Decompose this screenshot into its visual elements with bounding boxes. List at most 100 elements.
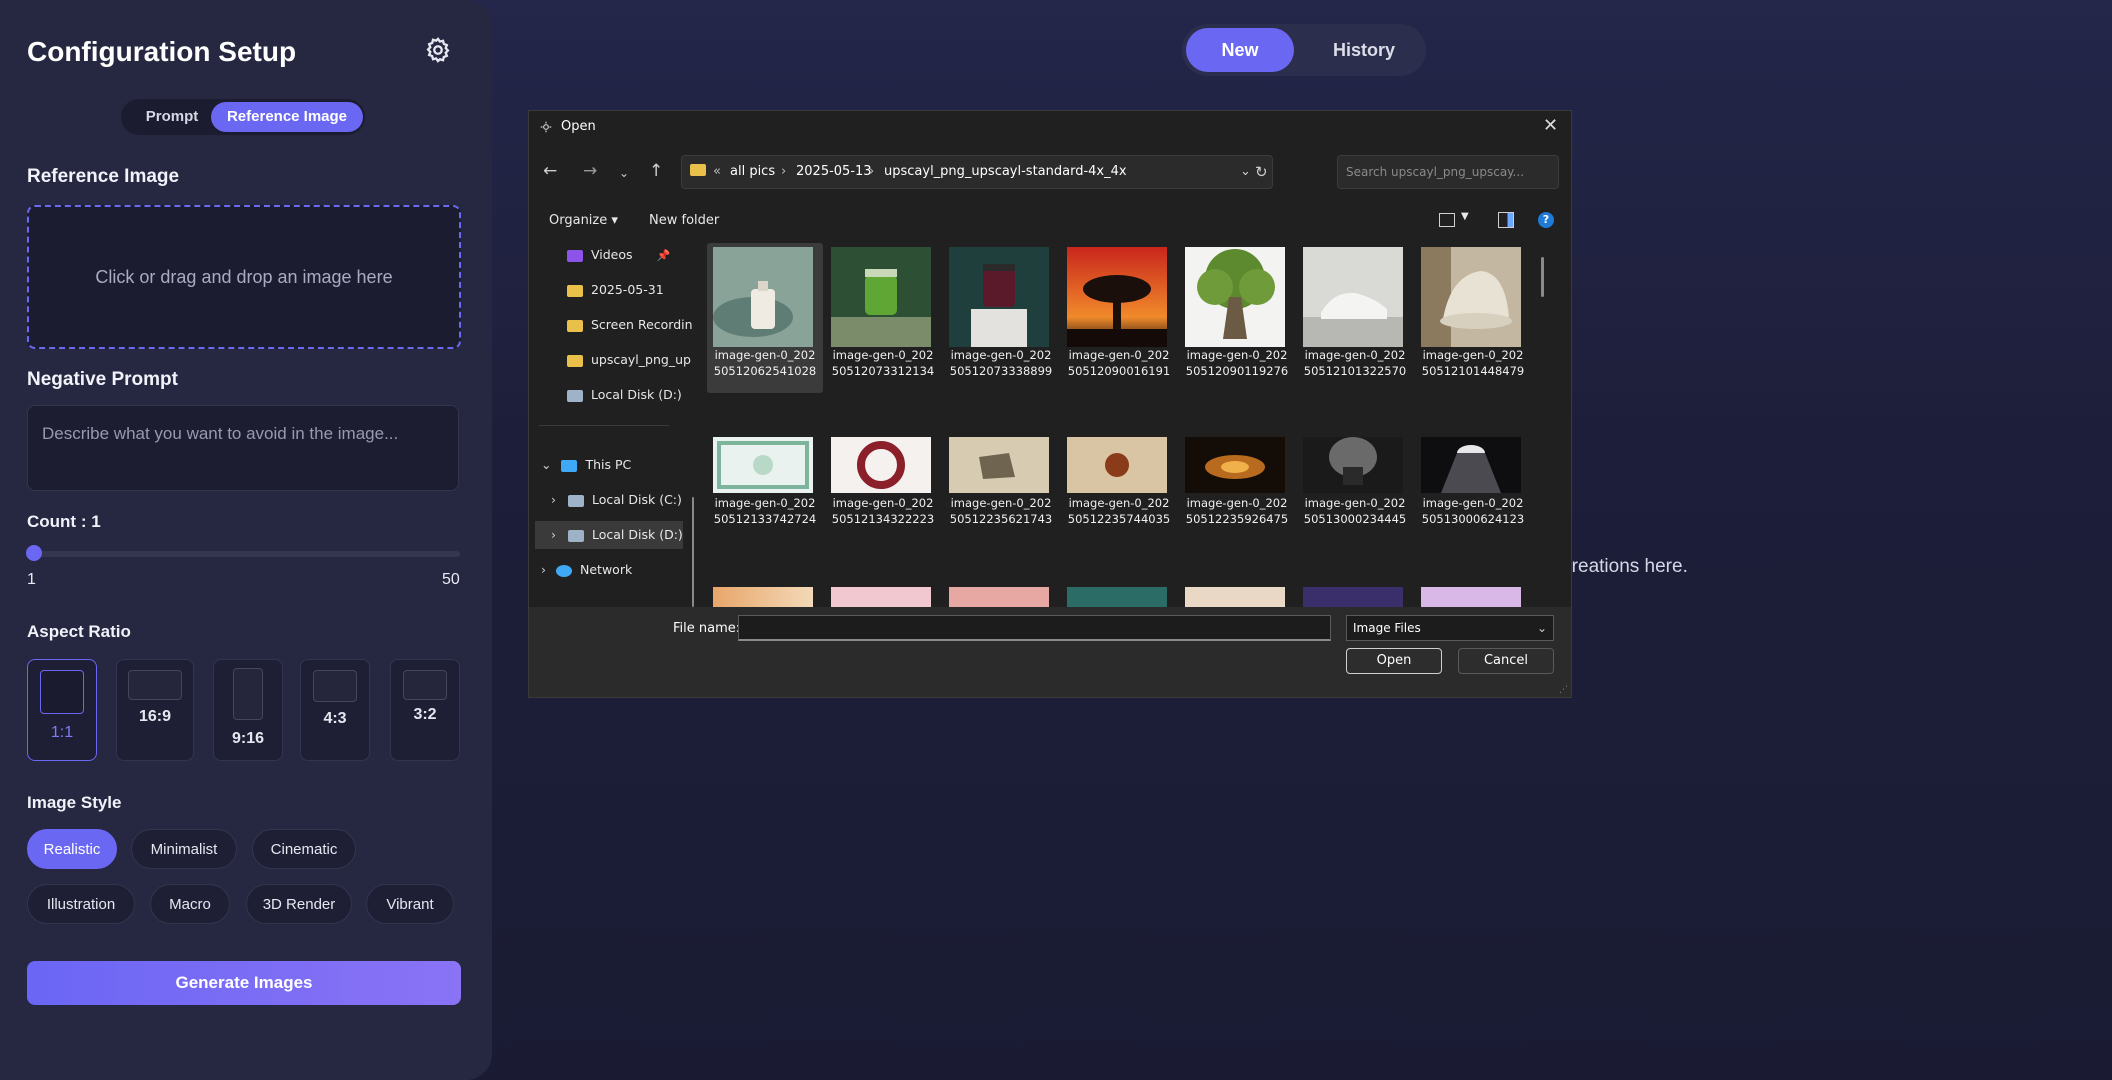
image-thumbnail[interactable]	[1421, 587, 1521, 607]
forward-icon[interactable]: →	[583, 161, 597, 181]
chevron-down-icon[interactable]: ⌄	[1240, 156, 1251, 188]
folder-icon	[567, 354, 583, 367]
back-icon[interactable]: ←	[543, 161, 557, 181]
file-item[interactable]: image-gen-0_202 50512133742724	[707, 433, 823, 583]
image-dropzone[interactable]: Click or drag and drop an image here	[27, 205, 461, 349]
style-cinematic[interactable]: Cinematic	[252, 829, 356, 869]
file-item[interactable]: image-gen-0_202 50512073312134	[825, 243, 941, 393]
aspect-3-2[interactable]: 3:2	[390, 659, 460, 761]
video-icon	[567, 249, 583, 262]
file-item[interactable]: image-gen-0_202 50512090119276	[1179, 243, 1295, 393]
style-vibrant[interactable]: Vibrant	[366, 884, 454, 924]
grid-scrollbar[interactable]	[1541, 257, 1544, 297]
breadcrumb-date[interactable]: 2025-05-13	[796, 156, 872, 188]
aspect-1-1[interactable]: 1:1	[27, 659, 97, 761]
image-thumbnail[interactable]	[1067, 587, 1167, 607]
aspect-16-9[interactable]: 16:9	[116, 659, 194, 761]
negative-prompt-input[interactable]: Describe what you want to avoid in the i…	[27, 405, 459, 491]
path-overflow[interactable]: «	[713, 156, 721, 188]
chevron-down-icon: ⌄	[1536, 621, 1547, 635]
file-type-select[interactable]: Image Files ⌄	[1346, 615, 1554, 641]
aspect-4-3[interactable]: 4:3	[300, 659, 370, 761]
image-thumbnail[interactable]	[713, 587, 813, 607]
file-name: image-gen-0_202	[1304, 348, 1406, 362]
tab-reference-image[interactable]: Reference Image	[211, 102, 363, 132]
generate-images-button[interactable]: Generate Images	[27, 961, 461, 1005]
tree-item-upscayl[interactable]: upscayl_png_up	[567, 352, 691, 367]
tree-scrollbar[interactable]	[692, 497, 694, 607]
tree-label: 2025-05-31	[591, 282, 664, 297]
tree-item-2025-05-31[interactable]: 2025-05-31	[567, 282, 664, 297]
tab-new[interactable]: New	[1186, 28, 1294, 72]
file-item[interactable]: image-gen-0_202 50512090016191	[1061, 243, 1177, 393]
view-icon[interactable]	[1439, 213, 1455, 227]
breadcrumb-current[interactable]: upscayl_png_upscayl-standard-4x_4x	[884, 156, 1127, 188]
help-icon[interactable]: ?	[1538, 212, 1554, 228]
tree-item-local-disk-c[interactable]: › Local Disk (C:)	[551, 492, 682, 507]
tree-item-local-disk-d[interactable]: Local Disk (D:)	[567, 387, 682, 402]
file-name: 50512235926475	[1185, 512, 1289, 526]
tree-item-screen-recordings[interactable]: Screen Recordin	[567, 317, 693, 332]
search-input[interactable]: Search upscayl_png_upscay...	[1337, 155, 1559, 189]
refresh-icon[interactable]: ↻	[1255, 156, 1268, 188]
resize-grip-icon[interactable]: ⋰	[1559, 685, 1568, 695]
file-name: 50512101448479	[1421, 364, 1525, 378]
recent-dropdown-icon[interactable]: ⌄	[619, 166, 629, 180]
tree-item-this-pc[interactable]: ⌄ This PC	[541, 457, 631, 472]
image-thumbnail[interactable]	[1185, 587, 1285, 607]
tree-item-network[interactable]: › Network	[541, 562, 632, 577]
file-name: image-gen-0_202	[832, 496, 934, 510]
file-item[interactable]: image-gen-0_202 50512235621743	[943, 433, 1059, 583]
file-name: 50512090016191	[1067, 364, 1171, 378]
view-dropdown-icon[interactable]: ▼	[1461, 211, 1469, 222]
gear-icon[interactable]	[424, 36, 452, 64]
tree-label: Local Disk (C:)	[592, 492, 682, 507]
file-item[interactable]: image-gen-0_202 50513000624123	[1415, 433, 1531, 583]
close-icon[interactable]: ✕	[1543, 115, 1558, 136]
file-name: image-gen-0_202	[1422, 496, 1524, 510]
tab-prompt[interactable]: Prompt	[127, 102, 217, 132]
count-slider-track[interactable]	[30, 551, 460, 557]
image-thumbnail	[1067, 247, 1167, 347]
file-name: 50512134322223	[831, 512, 935, 526]
file-item[interactable]: image-gen-0_202 50512235926475	[1179, 433, 1295, 583]
file-name-input[interactable]	[738, 615, 1331, 641]
file-item[interactable]: image-gen-0_202 50512134322223	[825, 433, 941, 583]
file-item[interactable]: image-gen-0_202 50513000234445	[1297, 433, 1413, 583]
cancel-button[interactable]: Cancel	[1458, 648, 1554, 674]
style-minimalist[interactable]: Minimalist	[131, 829, 237, 869]
tree-item-local-disk-d-2[interactable]: › Local Disk (D:)	[551, 527, 683, 542]
organize-button[interactable]: Organize ▾	[549, 213, 618, 228]
file-name: image-gen-0_202	[1422, 348, 1524, 362]
image-thumbnail	[1421, 247, 1521, 347]
image-thumbnail	[949, 437, 1049, 493]
style-3d-render[interactable]: 3D Render	[246, 884, 352, 924]
image-thumbnail[interactable]	[1303, 587, 1403, 607]
image-thumbnail	[1421, 437, 1521, 493]
file-item[interactable]: image-gen-0_202 50512235744035	[1061, 433, 1177, 583]
up-icon[interactable]: ↑	[649, 161, 663, 181]
file-item[interactable]: image-gen-0_202 50512101322570	[1297, 243, 1413, 393]
open-button[interactable]: Open	[1346, 648, 1442, 674]
style-macro[interactable]: Macro	[150, 884, 230, 924]
file-name: image-gen-0_202	[714, 348, 816, 362]
preview-pane-icon[interactable]	[1498, 212, 1514, 228]
file-item[interactable]: image-gen-0_202 50512101448479	[1415, 243, 1531, 393]
aspect-9-16[interactable]: 9:16	[213, 659, 283, 761]
folder-icon	[567, 319, 583, 332]
new-folder-button[interactable]: New folder	[649, 213, 719, 228]
image-thumbnail[interactable]	[831, 587, 931, 607]
tab-history[interactable]: History	[1306, 28, 1422, 72]
file-item[interactable]: image-gen-0_202 50512073338899	[943, 243, 1059, 393]
mode-toggle: Prompt Reference Image	[121, 99, 365, 135]
file-item[interactable]: image-gen-0_202 50512062541028	[707, 243, 823, 393]
breadcrumb-all-pics[interactable]: all pics	[730, 156, 775, 188]
address-bar[interactable]: « all pics › 2025-05-13 › upscayl_png_up…	[681, 155, 1273, 189]
style-realistic[interactable]: Realistic	[27, 829, 117, 869]
style-illustration[interactable]: Illustration	[27, 884, 135, 924]
image-thumbnail[interactable]	[949, 587, 1049, 607]
image-thumbnail	[1185, 247, 1285, 347]
tree-item-videos[interactable]: Videos 📌	[567, 247, 670, 262]
count-slider-thumb[interactable]	[26, 545, 42, 561]
image-style-label: Image Style	[27, 793, 122, 812]
